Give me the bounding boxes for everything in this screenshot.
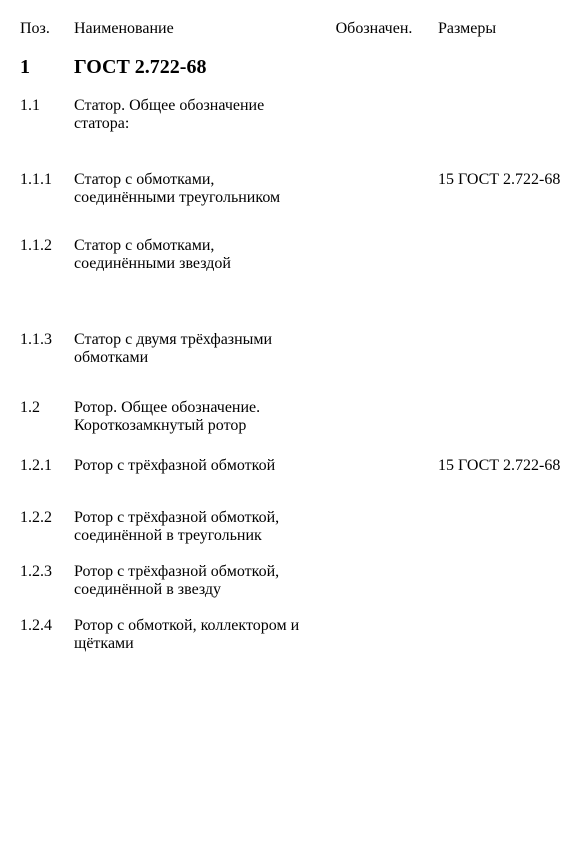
row-1-1-2: 1.1.2 Статор с обмотками, соединёнными з… [20,237,550,273]
row-1-2-3-name: Ротор с трёхфазной обмоткой, соединённой… [74,563,314,599]
row-1-1-2-num: 1.1.2 [20,237,74,255]
row-1-1: 1.1 Статор. Общее обозначение статора: [20,97,550,133]
section-1-num: 1 [20,56,74,79]
row-1-2-2-name: Ротор с трёхфазной обмоткой, соединённой… [74,509,314,545]
row-1-2-4-num: 1.2.4 [20,617,74,635]
header-size: Размеры [434,20,550,38]
row-1-1-1: 1.1.1 Статор с обмотками, соединёнными т… [20,171,550,207]
row-1-1-num: 1.1 [20,97,74,115]
row-1-1-name: Статор. Общее обозначение статора: [74,97,314,133]
row-1-2-3-num: 1.2.3 [20,563,74,581]
header-num: Поз. [20,20,74,38]
row-1-2-2: 1.2.2 Ротор с трёхфазной обмоткой, соеди… [20,509,550,545]
row-1-1-1-name: Статор с обмотками, соединёнными треугол… [74,171,314,207]
header-name: Наименование [74,20,314,38]
row-1-2-name: Ротор. Общее обозначение. Короткозамкнут… [74,399,314,435]
row-1-1-3-name: Статор с двумя трёхфазными обмотками [74,331,314,367]
row-1-2-num: 1.2 [20,399,74,417]
row-1-1-1-num: 1.1.1 [20,171,74,189]
row-1-1-2-name: Статор с обмотками, соединёнными звездой [74,237,314,273]
row-1-2-4-name: Ротор с обмоткой, коллектором и щётками [74,617,314,653]
row-1-2-1-num: 1.2.1 [20,457,74,475]
row-1-2-1: 1.2.1 Ротор с трёхфазной обмоткой 15 ГОС… [20,457,550,475]
row-1-2-4: 1.2.4 Ротор с обмоткой, коллектором и щё… [20,617,550,653]
row-1-1-3-num: 1.1.3 [20,331,74,349]
row-1-2-3: 1.2.3 Ротор с трёхфазной обмоткой, соеди… [20,563,550,599]
row-1-2: 1.2 Ротор. Общее обозначение. Короткозам… [20,399,550,435]
row-1-2-1-name: Ротор с трёхфазной обмоткой [74,457,314,475]
table-header-row: Поз. Наименование Обозначен. Размеры [20,20,550,38]
row-1-1-3: 1.1.3 Статор с двумя трёхфазными обмотка… [20,331,550,367]
document-page: Поз. Наименование Обозначен. Размеры 1 Г… [0,0,570,845]
row-1-2-2-num: 1.2.2 [20,509,74,527]
header-symbol: Обозначен. [314,20,434,38]
row-1-1-1-size: 15 ГОСТ 2.722-68 [434,171,560,189]
section-1-title: ГОСТ 2.722-68 [74,56,314,79]
row-1-2-1-size: 15 ГОСТ 2.722-68 [434,457,560,475]
section-1: 1 ГОСТ 2.722-68 [20,56,550,79]
